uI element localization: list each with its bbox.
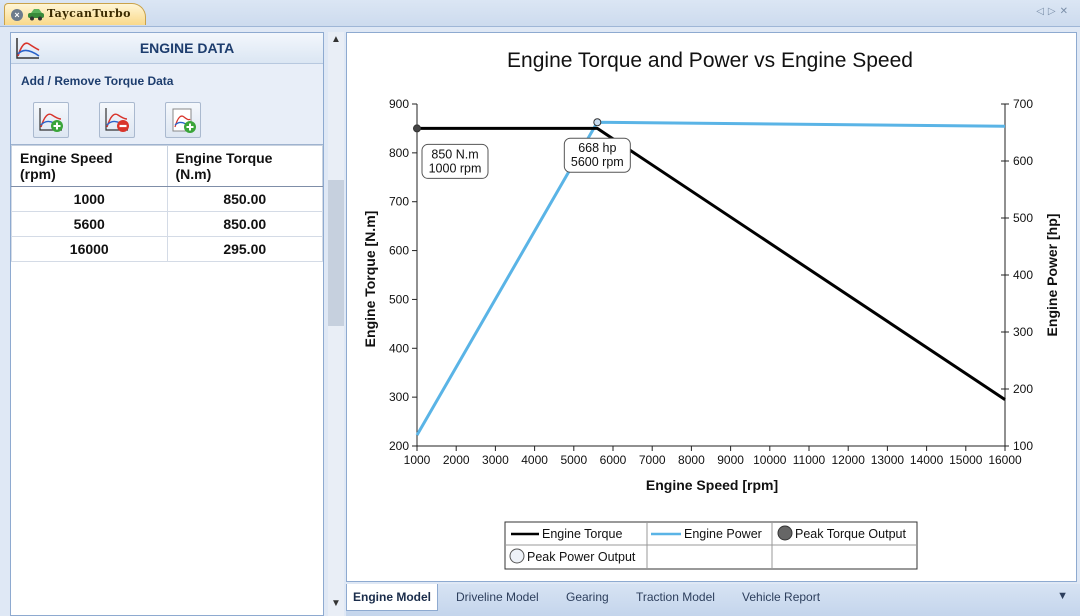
x-tick-label: 10000 — [753, 453, 787, 467]
document-tab-taycanturbo[interactable]: × TaycanTurbo — [4, 3, 146, 25]
scroll-left-icon[interactable]: ◁ — [1036, 6, 1048, 17]
legend-swatch-peak-power — [509, 548, 525, 564]
chart-legend: Engine Torque Engine Power Peak Torque O… — [504, 521, 918, 570]
toolbar-title: Add / Remove Torque Data — [21, 74, 174, 88]
engine-speed-cell[interactable]: 16000 — [11, 236, 168, 262]
x-tick-label: 6000 — [600, 453, 627, 467]
y2-tick-label: 500 — [1013, 211, 1033, 225]
edit-curve-icon — [172, 108, 196, 133]
column-header-engine-torque[interactable]: Engine Torque (N.m) — [166, 145, 323, 187]
tabs-dropdown-icon[interactable]: ▼ — [1057, 590, 1068, 602]
series-line-engine-power — [415, 120, 1006, 436]
engine-torque-cell[interactable]: 850.00 — [166, 211, 323, 237]
close-document-icon[interactable]: ✕ — [1060, 6, 1072, 17]
annotation-label: 5600 rpm — [571, 155, 624, 169]
engine-speed-cell[interactable]: 5600 — [11, 211, 168, 237]
chart-panel: Engine Torque and Power vs Engine Speed … — [346, 32, 1077, 582]
legend-swatch-peak-torque — [777, 525, 793, 541]
remove-torque-point-button[interactable] — [99, 102, 135, 138]
tab-vehicle-report[interactable]: Vehicle Report — [742, 590, 820, 604]
y-tick-label: 700 — [389, 195, 409, 209]
tab-traction-model[interactable]: Traction Model — [636, 590, 715, 604]
x-tick-label: 2000 — [443, 453, 470, 467]
scrollbar-thumb[interactable] — [328, 180, 344, 326]
x-tick-label: 4000 — [521, 453, 548, 467]
engine-speed-cell[interactable]: 1000 — [11, 186, 168, 212]
annotation-label: 850 N.m — [431, 147, 478, 161]
tab-gearing[interactable]: Gearing — [566, 590, 609, 604]
x-tick-label: 8000 — [678, 453, 705, 467]
panel-header: ENGINE DATA — [11, 33, 323, 64]
engine-torque-cell[interactable]: 295.00 — [166, 236, 323, 262]
table-row[interactable]: 1000 850.00 — [11, 186, 323, 212]
annotation-label: 1000 rpm — [429, 161, 482, 175]
marker-peak-power-output — [593, 118, 602, 127]
panel-title: ENGINE DATA — [139, 40, 235, 56]
x-tick-label: 13000 — [871, 453, 905, 467]
scroll-up-icon[interactable]: ▲ — [328, 34, 344, 48]
add-torque-point-button[interactable] — [33, 102, 69, 138]
x-tick-label: 7000 — [639, 453, 666, 467]
chart-series — [413, 118, 1006, 436]
series-line-engine-torque — [417, 126, 1006, 401]
close-tab-icon[interactable]: × — [11, 9, 23, 21]
x-tick-label: 3000 — [482, 453, 509, 467]
y-tick-label: 400 — [389, 341, 409, 355]
y2-tick-label: 700 — [1013, 97, 1033, 111]
chart-axes — [416, 104, 1006, 447]
y2-tick-label: 200 — [1013, 382, 1033, 396]
y2-tick-label: 100 — [1013, 439, 1033, 453]
engine-data-panel: ENGINE DATA Add / Remove Torque Data Eng… — [10, 32, 324, 616]
x-tick-label: 11000 — [793, 453, 826, 467]
x-tick-label: 15000 — [949, 453, 983, 467]
annotation-label: 668 hp — [578, 141, 616, 155]
marker-peak-torque-output — [413, 124, 421, 133]
torque-power-chart: Engine Torque and Power vs Engine Speed … — [362, 49, 1060, 570]
edit-torque-data-button[interactable] — [165, 102, 201, 138]
column-header-engine-speed[interactable]: Engine Speed (rpm) — [11, 145, 168, 187]
engine-torque-cell[interactable]: 850.00 — [166, 186, 323, 212]
scroll-down-icon[interactable]: ▼ — [328, 598, 344, 612]
table-row[interactable]: 5600 850.00 — [11, 211, 323, 237]
remove-curve-icon — [105, 108, 129, 132]
vertical-scrollbar[interactable]: ▲ ▼ — [328, 32, 344, 616]
x-tick-label: 16000 — [988, 453, 1022, 467]
torque-data-table: Engine Speed (rpm) Engine Torque (N.m) 100… — [11, 145, 323, 262]
x-tick-label: 14000 — [910, 453, 944, 467]
table-header-row: Engine Speed (rpm) Engine Torque (N.m) — [11, 145, 323, 187]
y2-tick-label: 600 — [1013, 154, 1033, 168]
y-tick-label: 800 — [389, 146, 409, 160]
x-tick-label: 5000 — [560, 453, 587, 467]
y-tick-label: 500 — [389, 292, 409, 306]
x-tick-label: 1000 — [404, 453, 431, 467]
chart-title: Engine Torque and Power vs Engine Speed — [507, 49, 913, 72]
y-tick-label: 200 — [389, 439, 409, 453]
tab-driveline-model[interactable]: Driveline Model — [456, 590, 539, 604]
y2-tick-label: 400 — [1013, 268, 1033, 282]
y-tick-label: 300 — [389, 390, 409, 404]
car-icon — [28, 9, 44, 21]
y-axis-label: Engine Torque [N.m] — [362, 211, 378, 348]
legend-label-peak-power: Peak Power Output — [527, 550, 636, 564]
x-tick-label: 9000 — [717, 453, 744, 467]
legend-label-engine-power: Engine Power — [684, 527, 762, 541]
tab-scroll-arrows[interactable]: ◁▷✕ — [1036, 6, 1072, 17]
legend-label-peak-torque: Peak Torque Output — [795, 527, 906, 541]
x-tick-label: 12000 — [832, 453, 866, 467]
table-row[interactable]: 16000 295.00 — [11, 236, 323, 262]
add-curve-icon — [39, 108, 63, 132]
chart-annotations: 850 N.m1000 rpm 668 hp5600 rpm — [421, 137, 631, 179]
x-axis-label: Engine Speed [rpm] — [646, 477, 778, 493]
document-tab-strip: × TaycanTurbo ◁▷✕ — [0, 0, 1080, 27]
torque-data-toolbar: Add / Remove Torque Data — [11, 64, 323, 145]
y2-tick-label: 300 — [1013, 325, 1033, 339]
document-tab-title: TaycanTurbo — [47, 7, 131, 20]
tab-engine-model[interactable]: Engine Model — [346, 584, 438, 611]
y-tick-label: 900 — [389, 97, 409, 111]
legend-label-engine-torque: Engine Torque — [542, 527, 622, 541]
y-tick-label: 600 — [389, 244, 409, 258]
scroll-right-icon[interactable]: ▷ — [1048, 6, 1060, 17]
bottom-tab-strip: Engine Model Driveline Model Gearing Tra… — [346, 584, 1080, 616]
y2-axis-label: Engine Power [hp] — [1044, 214, 1060, 337]
